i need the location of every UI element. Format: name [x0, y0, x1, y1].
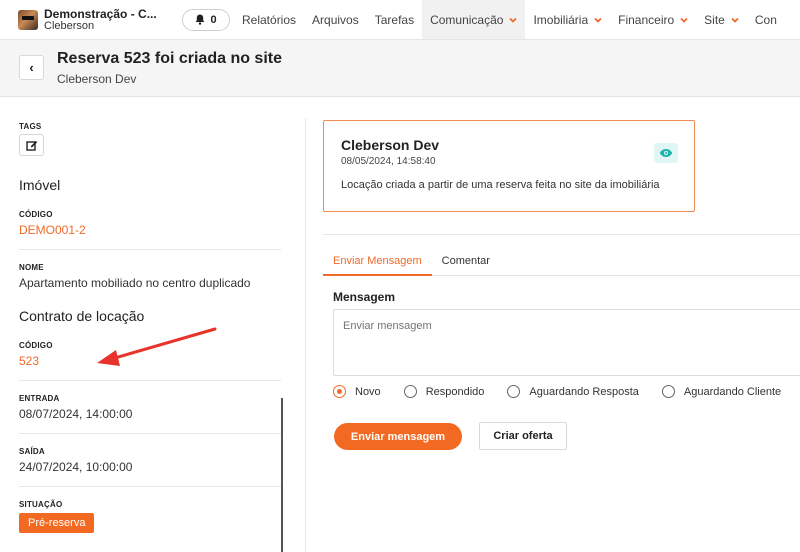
- message-input[interactable]: [333, 309, 800, 376]
- imovel-codigo-link[interactable]: DEMO001-2: [19, 223, 281, 237]
- chevron-down-icon: [680, 17, 688, 23]
- chevron-left-icon: ‹: [29, 60, 34, 75]
- nav-tarefas[interactable]: Tarefas: [367, 0, 422, 39]
- edit-icon: [25, 141, 37, 151]
- scrollbar[interactable]: [281, 398, 283, 552]
- card-timestamp: 08/05/2024, 14:58:40: [341, 156, 436, 167]
- notifications-button[interactable]: 0: [182, 8, 230, 31]
- nav-site[interactable]: Site: [696, 0, 747, 39]
- nav-arquivos[interactable]: Arquivos: [304, 0, 367, 39]
- nav-comunicacao[interactable]: Comunicação: [422, 0, 526, 39]
- radio-aguardando-resposta[interactable]: Aguardando Resposta: [507, 385, 639, 398]
- back-button[interactable]: ‹: [19, 55, 44, 80]
- tab-comentar[interactable]: Comentar: [432, 248, 500, 276]
- chevron-down-icon: [509, 17, 518, 23]
- message-tabs: Enviar Mensagem Comentar: [323, 248, 800, 276]
- page-subtitle: Cleberson Dev: [57, 72, 137, 86]
- entrada-value: 08/07/2024, 14:00:00: [19, 407, 133, 421]
- imovel-nome-field: NOME Apartamento mobiliado no centro dup…: [19, 263, 281, 290]
- radio-unchecked-icon: [661, 385, 675, 398]
- situacao-field: SITUAÇÃO Pré-reserva: [19, 500, 281, 533]
- nav-imobiliaria[interactable]: Imobiliária: [525, 0, 610, 39]
- main-nav: Relatórios Arquivos Tarefas Comunicação …: [234, 0, 785, 39]
- chevron-down-icon: [594, 17, 602, 23]
- divider: [19, 249, 281, 250]
- top-navbar: Demonstração - C... Cleberson 0 Relatóri…: [0, 0, 800, 40]
- radio-checked-icon: [333, 385, 346, 398]
- divider: [19, 380, 281, 381]
- radio-unchecked-icon: [403, 385, 417, 398]
- imovel-codigo-field: CÓDIGO DEMO001-2: [19, 210, 281, 237]
- card-author: Cleberson Dev: [341, 137, 440, 153]
- page-title: Reserva 523 foi criada no site: [57, 50, 282, 67]
- message-label: Mensagem: [333, 290, 396, 304]
- radio-novo[interactable]: Novo: [333, 385, 381, 398]
- send-message-button[interactable]: Enviar mensagem: [334, 423, 462, 450]
- account-user: Cleberson: [44, 19, 95, 32]
- annotation-arrow: [97, 327, 217, 366]
- saida-value: 24/07/2024, 10:00:00: [19, 460, 133, 474]
- status-radio-group: Novo Respondido Aguardando Resposta Agua…: [333, 385, 800, 398]
- account-name: Demonstração - C...: [44, 6, 157, 21]
- radio-aguardando-cliente[interactable]: Aguardando Cliente: [661, 385, 781, 398]
- divider: [323, 234, 800, 235]
- card-message: Locação criada a partir de uma reserva f…: [341, 179, 660, 191]
- account-avatar: [18, 9, 38, 30]
- divider: [19, 433, 281, 434]
- divider: [19, 486, 281, 487]
- entrada-field: ENTRADA 08/07/2024, 14:00:00: [19, 394, 281, 421]
- nav-financeiro[interactable]: Financeiro: [610, 0, 696, 39]
- create-offer-button[interactable]: Criar oferta: [479, 422, 567, 450]
- nav-configuracoes[interactable]: Con: [747, 0, 785, 39]
- status-badge: Pré-reserva: [19, 513, 95, 533]
- imovel-nome-value: Apartamento mobiliado no centro duplicad…: [19, 276, 251, 290]
- page-header: ‹ Reserva 523 foi criada no site Clebers…: [0, 40, 800, 97]
- eye-icon: [659, 149, 673, 157]
- account-switcher[interactable]: Demonstração - C... Cleberson: [18, 8, 178, 32]
- radio-respondido[interactable]: Respondido: [403, 385, 484, 398]
- chevron-down-icon: [731, 17, 739, 23]
- imovel-title: Imóvel: [19, 177, 61, 193]
- activity-card: Cleberson Dev 08/05/2024, 14:58:40 Locaç…: [323, 120, 695, 212]
- tags-label: TAGS: [19, 122, 42, 131]
- edit-tags-button[interactable]: [19, 134, 44, 156]
- saida-field: SAÍDA 24/07/2024, 10:00:00: [19, 447, 281, 474]
- column-divider: [305, 118, 306, 552]
- view-button[interactable]: [654, 143, 678, 163]
- notifications-count: 0: [210, 13, 217, 26]
- tab-enviar-mensagem[interactable]: Enviar Mensagem: [323, 248, 432, 276]
- bell-icon: [196, 14, 205, 25]
- radio-unchecked-icon: [507, 385, 521, 398]
- nav-relatorios[interactable]: Relatórios: [234, 0, 304, 39]
